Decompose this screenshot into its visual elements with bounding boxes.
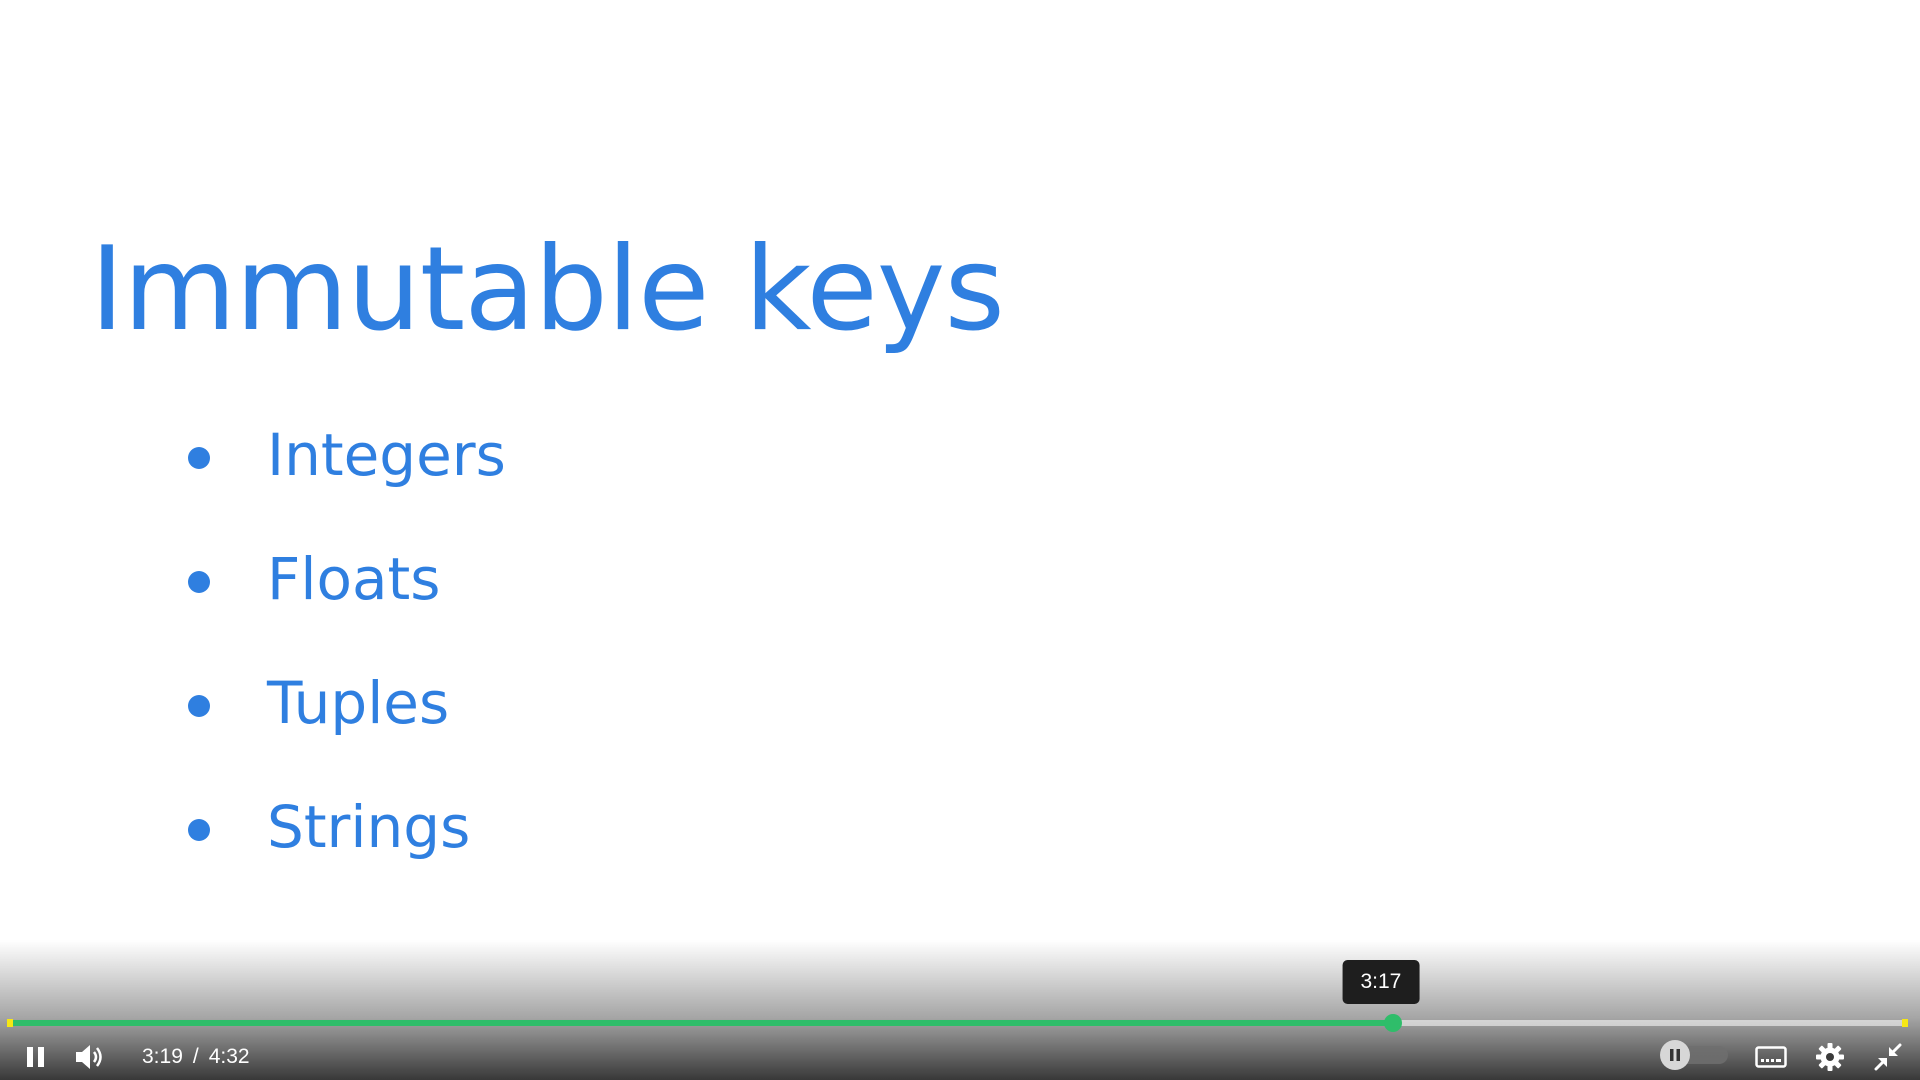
control-bar: 3:19 / 4:32 bbox=[0, 1034, 1920, 1080]
list-item: Strings bbox=[188, 792, 506, 916]
volume-button[interactable] bbox=[68, 1034, 112, 1080]
video-frame: Immutable keys Integers Floats Tuples St… bbox=[0, 0, 1920, 1080]
duration: 4:32 bbox=[208, 1045, 250, 1068]
list-item: Floats bbox=[188, 544, 506, 668]
autoplay-toggle-knob[interactable] bbox=[1660, 1040, 1690, 1070]
list-item: Tuples bbox=[188, 668, 506, 792]
time-display: 3:19 / 4:32 bbox=[142, 1034, 250, 1080]
bullet-label: Tuples bbox=[267, 669, 450, 737]
bullet-dot bbox=[188, 695, 210, 717]
seek-bar-played bbox=[10, 1020, 1393, 1026]
current-time: 3:19 bbox=[142, 1045, 183, 1068]
list-item: Integers bbox=[188, 420, 506, 544]
exit-fullscreen-icon bbox=[1874, 1043, 1902, 1071]
bullet-label: Integers bbox=[267, 421, 506, 489]
volume-icon bbox=[76, 1045, 102, 1069]
gear-icon bbox=[1816, 1043, 1844, 1071]
bullet-label: Floats bbox=[267, 545, 441, 613]
captions-icon bbox=[1755, 1046, 1787, 1068]
bullet-dot bbox=[188, 819, 210, 841]
slide-title: Immutable keys bbox=[90, 222, 1005, 357]
seek-bar[interactable] bbox=[10, 1014, 1907, 1032]
exit-fullscreen-button[interactable] bbox=[1868, 1034, 1908, 1080]
chapter-marker-end bbox=[1902, 1019, 1908, 1027]
seek-handle[interactable] bbox=[1383, 1014, 1402, 1032]
captions-button[interactable] bbox=[1750, 1034, 1792, 1080]
bullet-label: Strings bbox=[267, 793, 471, 861]
settings-button[interactable] bbox=[1810, 1034, 1850, 1080]
video-player[interactable]: Immutable keys Integers Floats Tuples St… bbox=[0, 0, 1920, 1080]
pause-icon bbox=[1670, 1049, 1680, 1061]
time-separator: / bbox=[192, 1045, 199, 1068]
pause-button[interactable] bbox=[16, 1034, 56, 1080]
bullet-list: Integers Floats Tuples Strings bbox=[188, 420, 506, 916]
bullet-dot bbox=[188, 571, 210, 593]
bullet-dot bbox=[188, 447, 210, 469]
pause-icon bbox=[27, 1047, 44, 1067]
chapter-marker-start bbox=[7, 1019, 13, 1027]
seek-time-tooltip: 3:17 bbox=[1342, 960, 1420, 1004]
